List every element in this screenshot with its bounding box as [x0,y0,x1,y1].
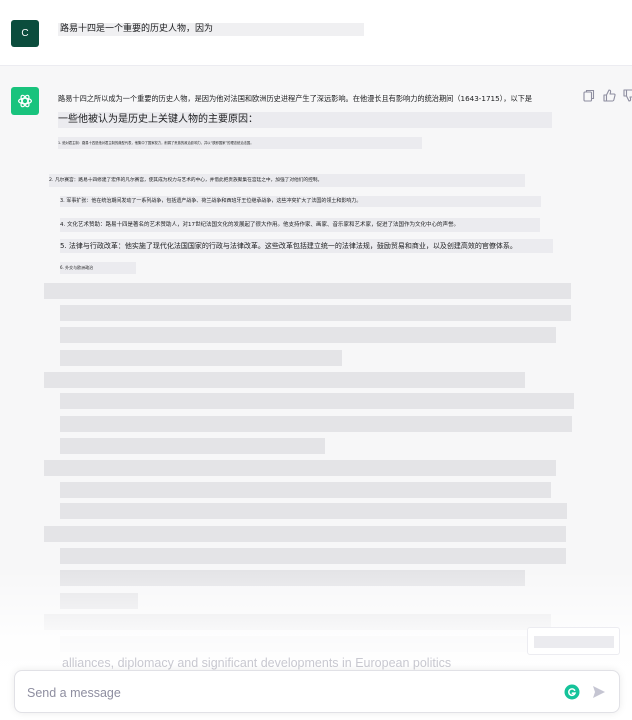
response-list-item: 4. 文化艺术赞助：路易十四是著名的艺术赞助人，对17世纪法国文化的发展起了很大… [60,218,540,232]
thumbs-up-icon[interactable] [602,88,616,102]
user-message-row: C 路易十四是一个重要的历史人物，因为 [0,0,632,66]
response-list-item: 1. 绝对君主制：路易十四是绝对君主制的典型代表，他集中了国家权力，削弱了贵族的… [58,137,422,149]
floating-popup [527,627,620,655]
message-input[interactable] [27,683,527,703]
grammarly-icon[interactable] [564,684,580,700]
loading-skeleton-line [44,460,556,476]
faded-response-text: alliances, diplomacy and significant dev… [62,656,452,670]
response-list-item: 2. 凡尔赛宫：路易十四修建了宏伟的凡尔赛宫，使其成为权力与艺术的中心，并借此把… [49,174,525,187]
loading-skeleton-line [60,393,574,409]
loading-skeleton-line [44,372,525,388]
loading-skeleton-line [60,350,342,366]
openai-logo-icon [18,94,32,108]
loading-skeleton-line [60,438,325,454]
loading-skeleton-line [60,482,551,498]
response-list-item: 5. 法律与行政改革：他实施了现代化法国国家的行政与法律改革。这些改革包括建立统… [60,239,553,253]
loading-skeleton-line [60,548,566,564]
loading-skeleton-line [60,327,556,343]
copy-icon[interactable] [582,88,596,102]
response-list-item: 3. 军事扩张：他在统治期间发动了一系列战争，包括遗产战争、荷兰战争和西班牙王位… [60,196,541,207]
user-prompt-text: 路易十四是一个重要的历史人物，因为 [58,23,364,36]
user-avatar: C [11,20,39,47]
response-paragraph: 路易十四之所以成为一个重要的历史人物，是因为他对法国和欧洲历史进程产生了深远影响… [58,94,533,103]
response-paragraph: 一些他被认为是历史上关键人物的主要原因： [58,112,552,128]
chatgpt-avatar [11,87,39,115]
send-icon[interactable] [591,684,607,700]
loading-skeleton-line [44,283,571,299]
message-composer [14,670,620,713]
loading-skeleton-line [60,416,572,432]
message-actions [582,88,632,102]
loading-skeleton-line [60,503,567,519]
response-list-item: 6. 外交与欧洲政治 [60,262,136,274]
loading-skeleton-line [60,305,571,321]
loading-skeleton-line [44,526,566,542]
thumbs-down-icon[interactable] [622,88,632,102]
floating-popup-content [534,636,614,648]
